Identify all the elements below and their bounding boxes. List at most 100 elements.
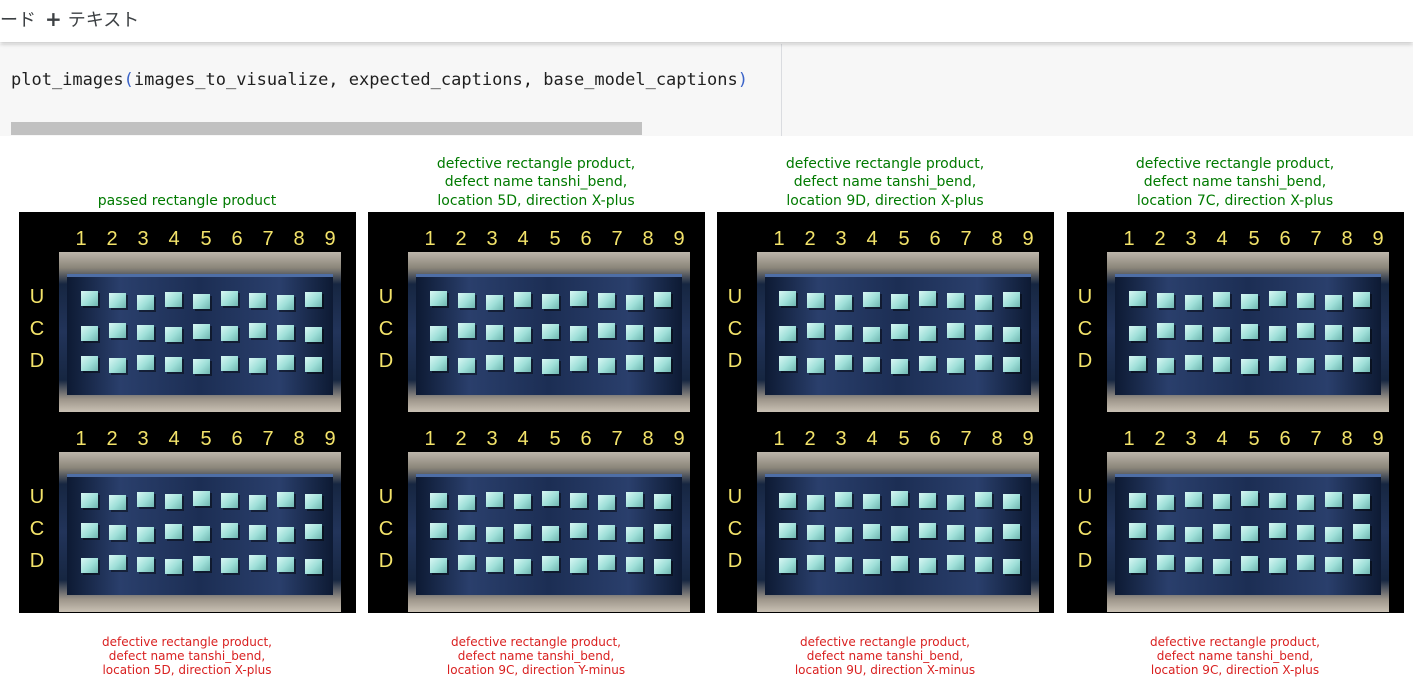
terminal-pin [193, 556, 210, 571]
terminal-pin [570, 291, 587, 306]
column-number-label: 5 [898, 228, 910, 250]
terminal-pin [835, 325, 852, 340]
predicted-caption-line: defective rectangle product, [1150, 635, 1320, 649]
terminal-pin [807, 555, 824, 570]
expected-caption-line: defective rectangle product, [436, 155, 636, 172]
code-cell[interactable]: plot_images(images_to_visualize, expecte… [0, 44, 1413, 136]
predicted-caption-line: defect name tanshi_bend, [806, 649, 964, 663]
add-code-button[interactable]: ード [0, 6, 36, 32]
terminal-pin [109, 323, 126, 338]
figure-panel: defective rectangle product, defect name … [716, 136, 1066, 695]
terminal-pin [221, 291, 238, 306]
terminal-pin [137, 355, 154, 370]
terminal-pin [779, 493, 796, 508]
column-number-label: 8 [991, 428, 1003, 450]
expected-caption-line: defective rectangle product, [1135, 155, 1335, 172]
predicted-caption: defective rectangle product, defect name … [18, 635, 356, 677]
product-photo: 123456789UCD123456789UCD [368, 212, 705, 613]
predicted-caption-line: location 9C, direction Y-minus [446, 663, 626, 677]
terminal-pin [1129, 356, 1146, 371]
terminal-pin [1353, 327, 1370, 342]
column-number-label: 6 [929, 428, 941, 450]
terminal-pin [1157, 293, 1174, 308]
terminal-pin [542, 526, 559, 541]
terminal-pin [193, 491, 210, 506]
code-function-name: plot_images [11, 70, 124, 90]
terminal-pin [570, 356, 587, 371]
terminal-pin [1213, 524, 1230, 539]
terminal-pin [1157, 323, 1174, 338]
add-text-button[interactable]: + テキスト [45, 6, 139, 32]
expected-caption-line: defect name tanshi_bend, [1143, 174, 1327, 190]
terminal-pin [458, 525, 475, 540]
row-letter-label: D [727, 350, 743, 372]
column-number-label: 9 [1372, 228, 1384, 250]
horizontal-scrollbar[interactable] [11, 122, 642, 135]
column-number-label: 1 [424, 228, 436, 250]
row-letter-label: C [727, 318, 743, 340]
terminal-pin [835, 492, 852, 507]
row-letter-label: C [378, 318, 394, 340]
expected-caption: defective rectangle product, defect name … [716, 154, 1054, 210]
expected-caption: passed rectangle product [18, 154, 356, 210]
row-letter-label: U [378, 286, 394, 308]
code-close-paren: ) [737, 70, 748, 90]
column-number-label: 3 [1185, 428, 1197, 450]
terminal-pin [1297, 495, 1314, 510]
terminal-pin [1353, 524, 1370, 539]
terminal-pin [654, 524, 671, 539]
row-letter-label: D [29, 350, 45, 372]
predicted-caption-line: defect name tanshi_bend, [457, 649, 615, 663]
terminal-pin [486, 325, 503, 340]
terminal-pin [975, 557, 992, 572]
terminal-pin [1241, 556, 1258, 571]
terminal-pin [779, 558, 796, 573]
column-number-label: 6 [1279, 428, 1291, 450]
code-editor-line[interactable]: plot_images(images_to_visualize, expecte… [11, 70, 748, 90]
row-letter-label: U [727, 486, 743, 508]
tray-cavity [416, 274, 682, 395]
terminal-pin [486, 557, 503, 572]
row-letter-label: U [727, 286, 743, 308]
tray-cavity [765, 274, 1031, 395]
terminal-pin [109, 525, 126, 540]
column-number-label: 4 [866, 228, 878, 250]
terminal-pin [137, 325, 154, 340]
cell-divider [781, 44, 782, 136]
column-number-label: 6 [231, 428, 243, 450]
terminal-pin [891, 526, 908, 541]
terminal-pin [193, 359, 210, 374]
terminal-pin [514, 494, 531, 509]
terminal-pin [1185, 295, 1202, 310]
column-number-label: 5 [200, 428, 212, 450]
terminal-pin [1003, 327, 1020, 342]
terminal-pin [654, 559, 671, 574]
terminal-pin [598, 495, 615, 510]
terminal-pin [1297, 525, 1314, 540]
terminal-pin [975, 355, 992, 370]
terminal-pin [863, 494, 880, 509]
terminal-pin [654, 292, 671, 307]
column-number-label: 5 [200, 228, 212, 250]
column-number-label: 1 [424, 428, 436, 450]
terminal-pin [891, 294, 908, 309]
expected-caption: defective rectangle product, defect name … [1066, 154, 1404, 210]
connector-tray [1107, 252, 1389, 412]
product-image-top: 123456789 UCD [368, 212, 705, 412]
terminal-pin [1213, 494, 1230, 509]
terminal-pin [458, 323, 475, 338]
terminal-pin [835, 295, 852, 310]
terminal-pin [779, 291, 796, 306]
terminal-pin [947, 323, 964, 338]
terminal-pin [193, 526, 210, 541]
terminal-pin [891, 556, 908, 571]
terminal-pin [305, 524, 322, 539]
terminal-pin [1213, 357, 1230, 372]
column-number-label: 2 [804, 428, 816, 450]
terminal-pin [779, 326, 796, 341]
terminal-pin [863, 292, 880, 307]
terminal-pin [514, 327, 531, 342]
column-number-label: 1 [1123, 228, 1135, 250]
predicted-caption-line: defect name tanshi_bend, [108, 649, 266, 663]
terminal-pin [165, 524, 182, 539]
